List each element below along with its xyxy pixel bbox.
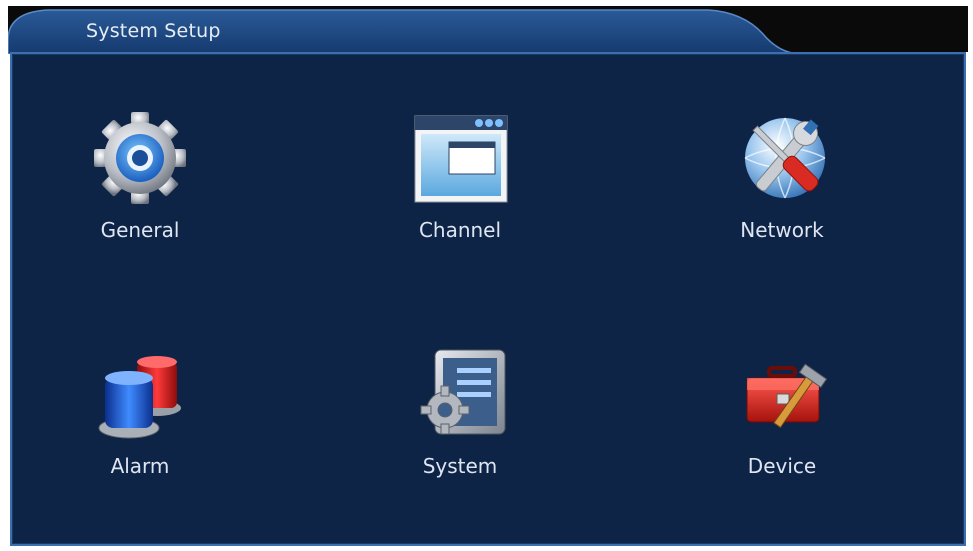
menu-item-label: Network	[740, 218, 824, 242]
menu-item-device[interactable]: Device	[682, 344, 882, 504]
menu-item-channel[interactable]: Channel	[360, 108, 560, 268]
menu-item-network[interactable]: Network	[682, 108, 882, 268]
menu-item-alarm[interactable]: Alarm	[40, 344, 240, 504]
title-tab: System Setup	[8, 6, 798, 54]
window-title: System Setup	[86, 20, 221, 42]
system-setup-window: System Setup General Channel Network Ala…	[0, 0, 973, 551]
menu-item-label: Channel	[418, 218, 502, 242]
menu-item-system[interactable]: System	[360, 344, 560, 504]
setup-panel: General Channel Network Alarm System Dev…	[10, 52, 966, 546]
menu-item-label: System	[422, 454, 498, 478]
toolbox-icon	[727, 344, 837, 454]
system-settings-icon	[405, 344, 515, 454]
menu-item-label: Device	[747, 454, 817, 478]
network-tools-icon	[727, 108, 837, 218]
alarm-siren-icon	[85, 344, 195, 454]
menu-item-general[interactable]: General	[40, 108, 240, 268]
gear-icon	[85, 108, 195, 218]
window-icon	[405, 108, 515, 218]
menu-item-label: Alarm	[110, 454, 170, 478]
menu-item-label: General	[100, 218, 180, 242]
